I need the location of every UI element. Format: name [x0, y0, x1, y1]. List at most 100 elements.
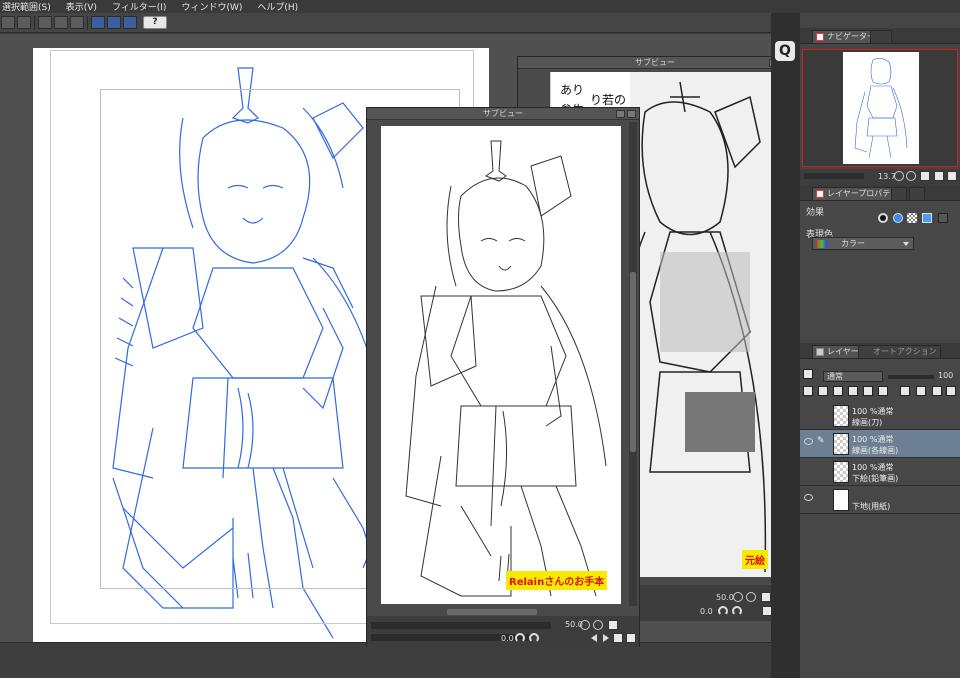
rotate-right-icon[interactable]	[732, 606, 742, 616]
folder-icon[interactable]	[613, 633, 623, 643]
layer-name: 下絵(鉛筆画)	[852, 474, 899, 483]
layer-ref-icon[interactable]	[863, 386, 873, 396]
actual-size-icon[interactable]	[934, 171, 944, 181]
clear-selection-icon[interactable]	[38, 16, 52, 29]
quick-access-icon[interactable]: Q	[775, 41, 795, 61]
layer-opacity-mode: 100 %通常	[852, 407, 894, 416]
layer-clip-icon[interactable]	[848, 386, 858, 396]
menu-window[interactable]: ウィンドウ(W)	[181, 0, 242, 13]
layer-mask-icon[interactable]	[878, 386, 888, 396]
expression-color-value: カラー	[841, 239, 865, 248]
manga-text-1: あり	[560, 83, 584, 97]
eye-icon[interactable]	[804, 438, 813, 445]
tab-layer-property[interactable]: レイヤープロパティ	[812, 187, 902, 200]
tab-extra[interactable]	[870, 30, 892, 43]
effect-tone-icon[interactable]	[893, 213, 903, 223]
eye-icon[interactable]	[804, 494, 813, 501]
zoom-out-icon[interactable]	[593, 620, 603, 630]
layer-row[interactable]: 下地(用紙)	[800, 486, 960, 514]
navigator-zoom-slider[interactable]	[804, 173, 864, 179]
minimize-icon[interactable]	[616, 110, 625, 118]
new-folder-icon[interactable]	[916, 386, 926, 396]
navigator-controls: 13.7	[800, 169, 960, 185]
menu-view[interactable]: 表示(V)	[66, 0, 97, 13]
navigator-preview[interactable]	[802, 49, 958, 167]
fit-icon[interactable]	[761, 592, 771, 602]
effect-transparent-icon[interactable]	[907, 213, 917, 223]
layer-name: 線画(刀)	[852, 418, 883, 427]
scroll-thumb[interactable]	[630, 272, 636, 452]
opacity-slider[interactable]	[888, 375, 934, 379]
menu-bar: 選択範囲(S) 表示(V) フィルター(I) ウィンドウ(W) ヘルプ(H)	[0, 0, 960, 13]
property-tabbar: レイヤープロパティ	[800, 185, 960, 201]
delete-layer-icon[interactable]	[946, 386, 956, 396]
menu-filter[interactable]: フィルター(I)	[112, 0, 167, 13]
fit-icon[interactable]	[920, 171, 930, 181]
subview-center-hscroll[interactable]	[447, 609, 537, 615]
zoom-icon[interactable]	[580, 620, 590, 630]
blend-mode-select[interactable]: 通常	[823, 371, 883, 382]
app-window: { "menubar": { "items": [ {"label": "選択範…	[0, 0, 960, 678]
tab-extra-1[interactable]	[891, 187, 907, 200]
tab-auto-action[interactable]: オートアクション	[858, 345, 941, 358]
layer-row[interactable]: 100 %通常 下絵(鉛筆画)	[800, 458, 960, 486]
selection-tool-icon[interactable]	[1, 16, 15, 29]
opacity-value[interactable]: 100	[938, 371, 953, 380]
snap-icon[interactable]	[123, 16, 137, 29]
effect-menu-icon[interactable]	[938, 213, 948, 223]
layer-name: 線画(各線画)	[852, 446, 899, 455]
blend-settings-icon[interactable]	[803, 369, 813, 379]
menu-select[interactable]: 選択範囲(S)	[2, 0, 51, 13]
zoom-in-icon[interactable]	[894, 171, 904, 181]
layer-tabbar: レイヤー オートアクション	[800, 343, 960, 359]
zoom-out-icon[interactable]	[906, 171, 916, 181]
fit-icon[interactable]	[608, 620, 618, 630]
fill-icon[interactable]	[54, 16, 68, 29]
layer-lock-icon[interactable]	[833, 386, 843, 396]
subview-center-scrollbar[interactable]	[629, 122, 637, 606]
close-icon[interactable]	[627, 110, 636, 118]
canvas-status-bar	[0, 656, 771, 678]
original-caption-label: 元絵	[742, 550, 768, 569]
next-image-icon[interactable]	[603, 634, 609, 642]
tab-layer[interactable]: レイヤー	[812, 345, 863, 358]
rotate-left-icon[interactable]	[718, 606, 728, 616]
flip-icon[interactable]	[947, 171, 957, 181]
new-layer-icon[interactable]	[900, 386, 910, 396]
expression-color-select[interactable]: カラー	[812, 237, 914, 250]
subview-center-window[interactable]: サブビュー 50.0 0.0	[366, 107, 640, 647]
layer-tool-icon-2[interactable]	[818, 386, 828, 396]
pen-tool-icon[interactable]	[91, 16, 105, 29]
ruler-icon[interactable]	[107, 16, 121, 29]
help-icon[interactable]: ?	[143, 16, 167, 29]
layer-row-active[interactable]: ✎ 100 %通常 線画(各線画)	[800, 430, 960, 458]
prev-image-icon[interactable]	[591, 634, 597, 642]
toolbar-divider	[34, 16, 35, 30]
effect-border-icon[interactable]	[878, 213, 888, 223]
layer-row[interactable]: 100 %通常 線画(刀)	[800, 402, 960, 430]
deselect-icon[interactable]	[70, 16, 84, 29]
layer-property-panel: 効果 表現色	[800, 201, 960, 351]
zoom-out-icon[interactable]	[746, 592, 756, 602]
layer-opacity-mode: 100 %通常	[852, 435, 894, 444]
manga-text-3: り若の	[590, 93, 626, 107]
subview-center-rotation: 0.0	[501, 634, 514, 643]
menu-help[interactable]: ヘルプ(H)	[257, 0, 298, 13]
navigator-tab-label: ナビゲーター	[827, 32, 875, 41]
zoom-icon[interactable]	[733, 592, 743, 602]
blend-mode-value: 通常	[827, 372, 843, 381]
command-bar: ?	[0, 13, 775, 33]
tab-navigator[interactable]: ナビゲーター	[812, 30, 879, 43]
sample-image	[381, 126, 621, 604]
layer-property-tab-label: レイヤープロパティ	[827, 189, 898, 198]
zoom-slider[interactable]	[371, 622, 551, 629]
layer-list-empty-area[interactable]	[800, 514, 960, 678]
tab-extra-2[interactable]	[909, 187, 925, 200]
merge-icon[interactable]	[932, 386, 942, 396]
transform-icon[interactable]	[17, 16, 31, 29]
trash-icon[interactable]	[626, 633, 636, 643]
layer-tool-icon-1[interactable]	[803, 386, 813, 396]
effect-layer-color-icon[interactable]	[922, 213, 932, 223]
rotate-right-icon[interactable]	[529, 633, 539, 643]
rotate-left-icon[interactable]	[515, 633, 525, 643]
